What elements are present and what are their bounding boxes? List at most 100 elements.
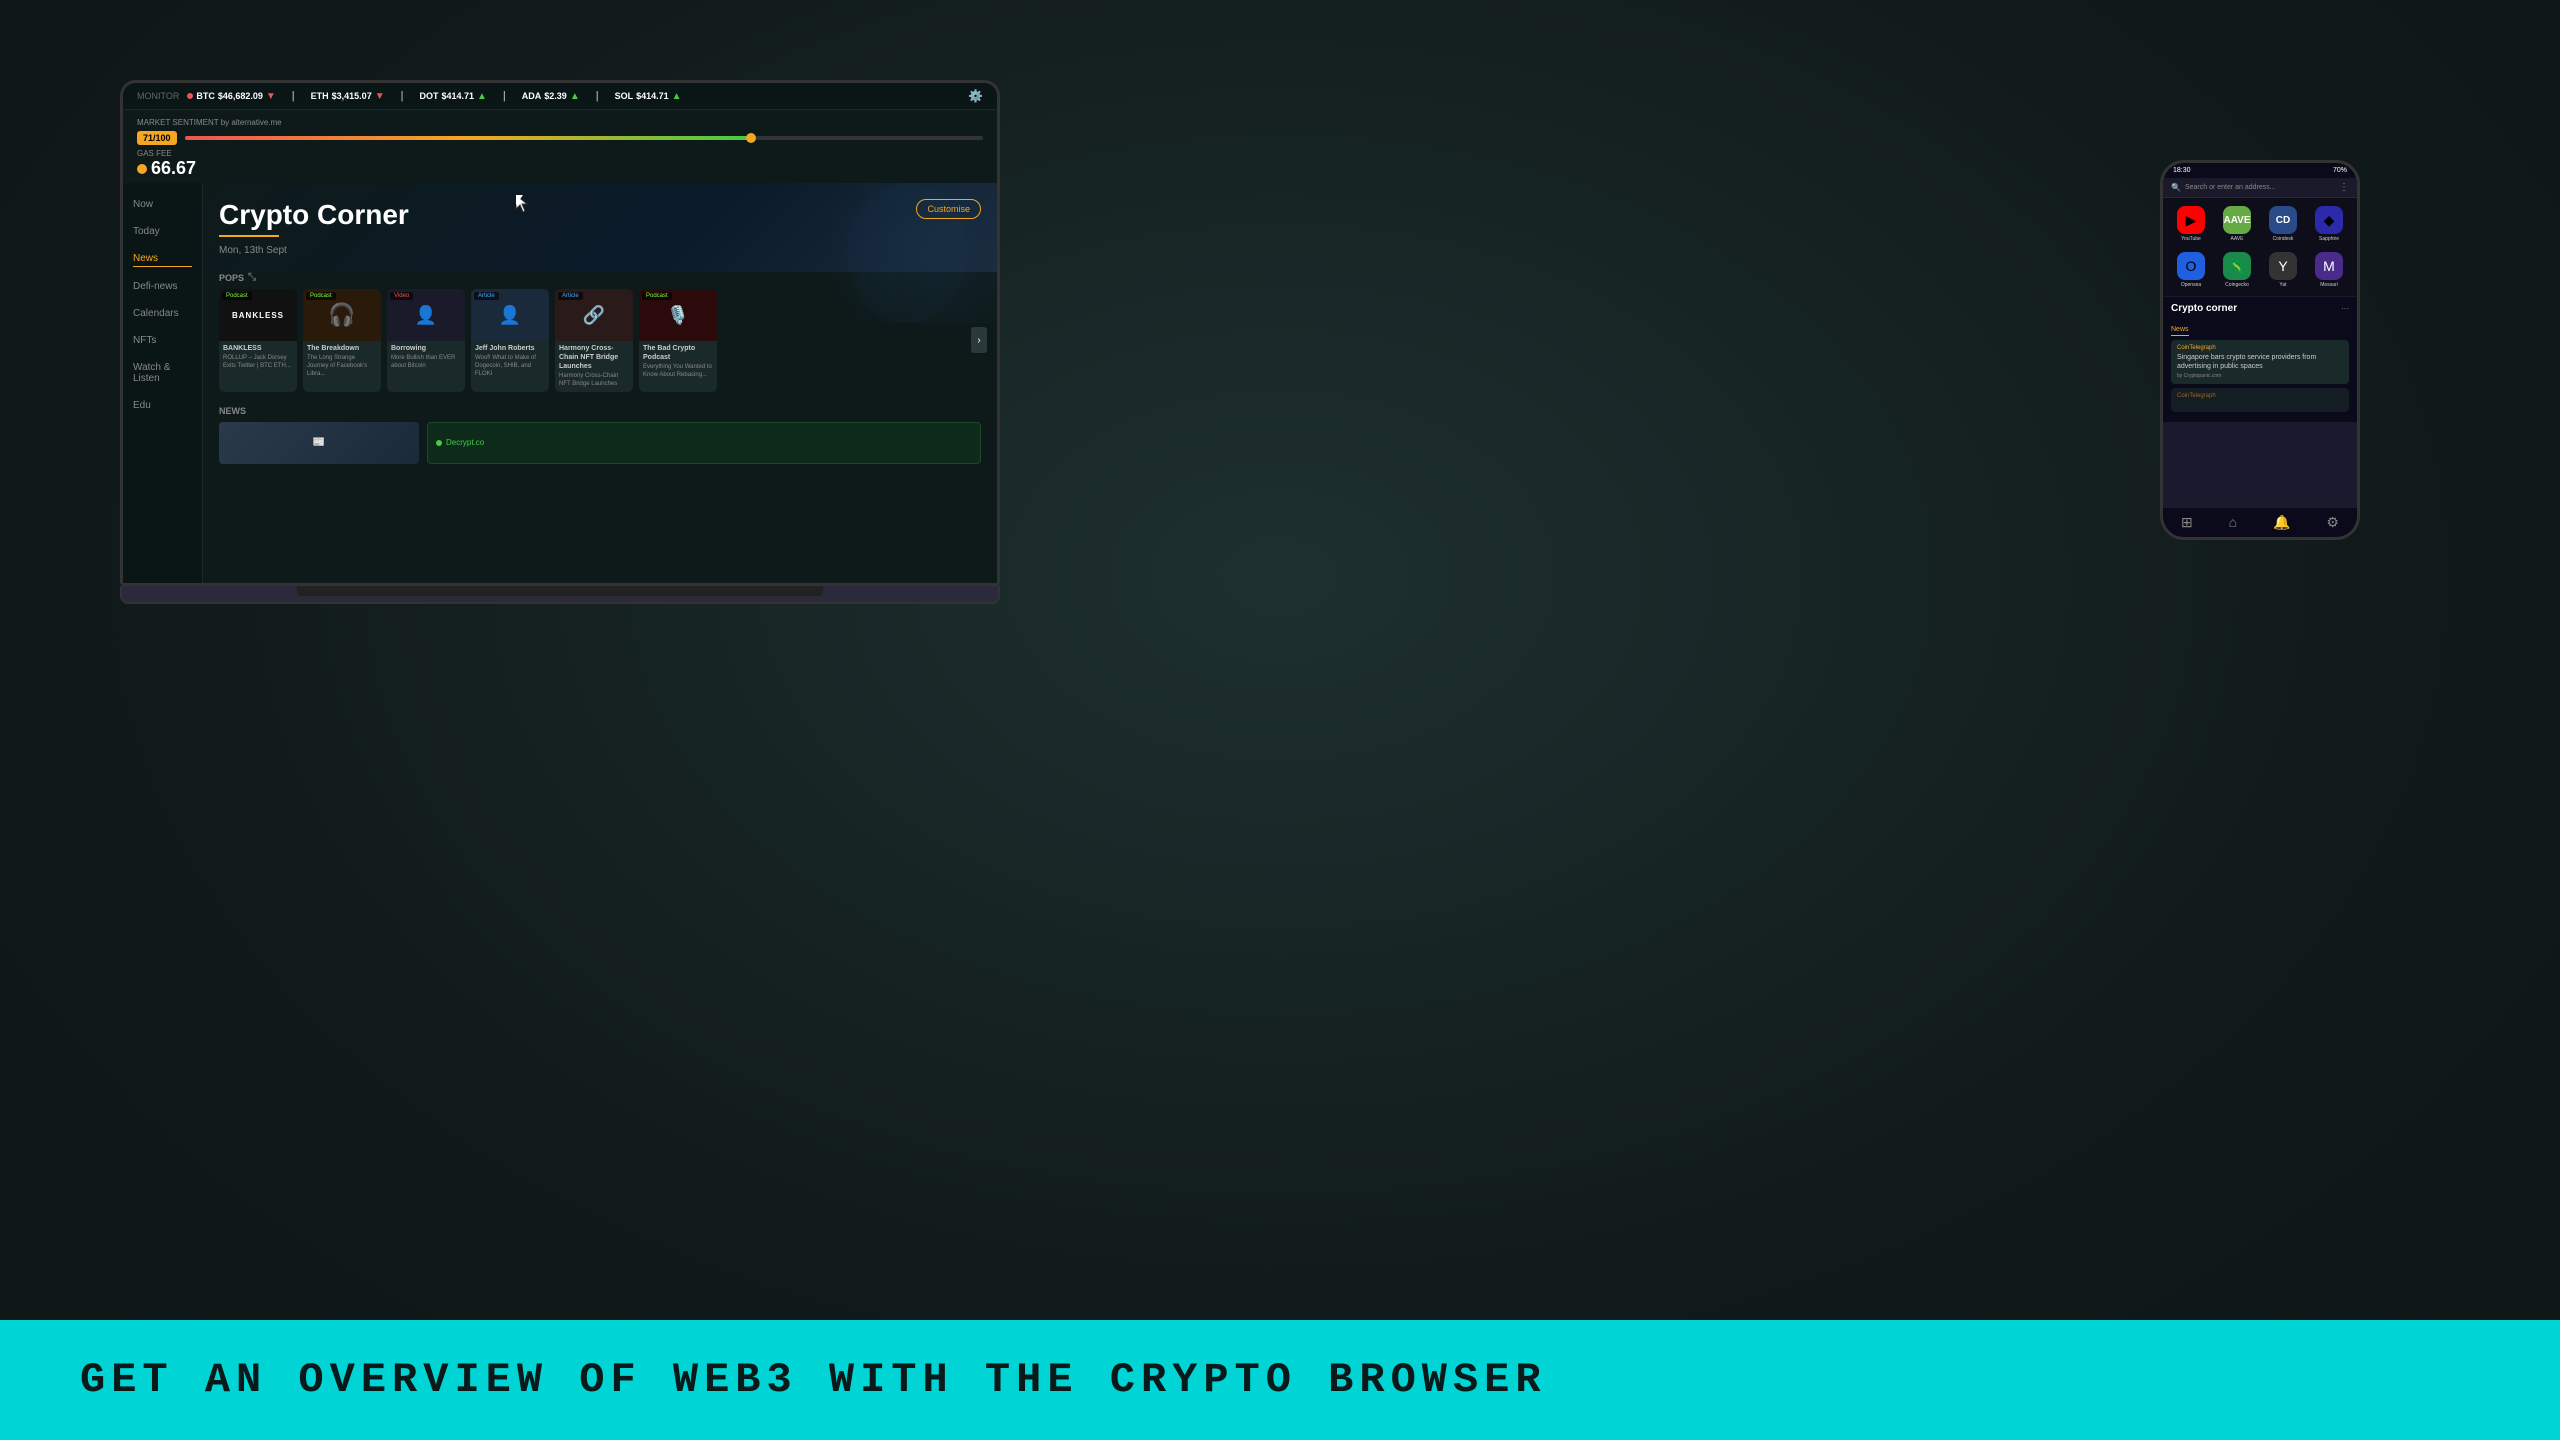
phone-app-grid-row2: O Opensea 🦎 Coingecko Y Yat M Messari <box>2163 250 2357 296</box>
sidebar-item-now[interactable]: Now <box>133 197 192 212</box>
opensea-icon: O <box>2177 252 2205 280</box>
pops-section: POPS ⤡ Podcast BANKLESS BANKLESS ROLLUP … <box>203 272 997 400</box>
phone-news-card-2[interactable]: CoinTelegraph <box>2171 388 2349 412</box>
phone-frame: 18:30 70% 🔍 Search or enter an address..… <box>2160 160 2360 540</box>
ticker-bar: MONITOR BTC $46,682.09 ▼ | ETH $3,415.07… <box>123 83 997 110</box>
sidebar-item-news[interactable]: News <box>133 251 192 267</box>
phone-search-bar[interactable]: 🔍 Search or enter an address... ⋮ <box>2163 178 2357 198</box>
phone-search-input[interactable]: Search or enter an address... <box>2185 184 2335 191</box>
phone-app-coingecko[interactable]: 🦎 Coingecko <box>2217 252 2257 288</box>
phone-nav-tabs-icon[interactable]: ⊞ <box>2181 514 2193 531</box>
sentiment-section: MARKET SENTIMENT by alternative.me 71/10… <box>123 110 997 183</box>
news-card-main[interactable]: 📰 <box>219 422 419 464</box>
pops-card-bankless[interactable]: Podcast BANKLESS BANKLESS ROLLUP – Jack … <box>219 289 297 392</box>
btc-price: $46,682.09 <box>218 91 263 101</box>
news-section: NEWS 📰 Decrypt.co <box>203 400 997 470</box>
card-title: The Breakdown <box>307 344 377 353</box>
card-subtitle: The Long Strange Journey of Facebook's L… <box>307 355 377 378</box>
search-icon: 🔍 <box>2171 183 2181 192</box>
phone-nav-bell-icon[interactable]: 🔔 <box>2273 514 2290 531</box>
card-type-badge: Article <box>558 292 583 300</box>
phone-battery: 70% <box>2333 167 2347 174</box>
phone-device: 18:30 70% 🔍 Search or enter an address..… <box>2160 160 2360 540</box>
pops-card-breakdown[interactable]: Podcast 🎧 The Breakdown The Long Strange… <box>303 289 381 392</box>
sidebar-item-today[interactable]: Today <box>133 224 192 239</box>
coingecko-label: Coingecko <box>2225 282 2249 288</box>
minimize-icon[interactable]: ⤡ <box>248 272 256 283</box>
phone-cc-tab[interactable]: News <box>2171 326 2189 336</box>
ticker-btc: BTC $46,682.09 ▼ <box>187 91 275 102</box>
laptop-screen: MONITOR BTC $46,682.09 ▼ | ETH $3,415.07… <box>120 80 1000 586</box>
pops-card-video[interactable]: Video 👤 Borrowing More Bullish than EVER… <box>387 289 465 392</box>
card-text: Borrowing More Bullish than EVER about B… <box>387 341 465 374</box>
card-type-badge: Video <box>390 292 413 300</box>
coingecko-icon: 🦎 <box>2223 252 2251 280</box>
sentiment-label: MARKET SENTIMENT by alternative.me <box>137 118 983 127</box>
news-source-dot <box>436 440 442 446</box>
phone-cc-more[interactable]: ··· <box>2341 304 2349 313</box>
pops-card-redcrypto[interactable]: Podcast 🎙️ The Bad Crypto Podcast Everyt… <box>639 289 717 392</box>
sidebar-item-edu[interactable]: Edu <box>133 398 192 413</box>
phone-news-title: Singapore bars crypto service providers … <box>2177 353 2343 371</box>
news-thumb: 📰 <box>219 422 419 464</box>
phone-app-opensea[interactable]: O Opensea <box>2171 252 2211 288</box>
dot-price: $414.71 <box>441 91 474 101</box>
sidebar-item-calendars[interactable]: Calendars <box>133 306 192 321</box>
sidebar-item-watch[interactable]: Watch & Listen <box>133 360 192 386</box>
ada-arrow: ▲ <box>570 91 580 102</box>
phone-news-source: CoinTelegraph <box>2177 345 2343 351</box>
coindesk-label: Coindesk <box>2273 236 2294 242</box>
ticker-ada: ADA $2.39 ▲ <box>522 91 580 102</box>
card-text: The Breakdown The Long Strange Journey o… <box>303 341 381 381</box>
phone-app-youtube[interactable]: ▶ YouTube <box>2171 206 2211 242</box>
card-title: Borrowing <box>391 344 461 353</box>
phone-app-aave[interactable]: AAVE AAVE <box>2217 206 2257 242</box>
laptop-base <box>120 586 1000 604</box>
news-card-side[interactable]: Decrypt.co <box>427 422 981 464</box>
card-subtitle: Everything You Wanted to Know About Reba… <box>643 364 713 380</box>
card-subtitle: ROLLUP – Jack Dorsey Exits Twitter | BTC… <box>223 355 293 371</box>
phone-crypto-corner: Crypto corner ··· News CoinTelegraph Sin… <box>2163 296 2357 422</box>
sidebar: Now Today News Defi-news Calendars NFTs … <box>123 183 203 583</box>
pops-card-harmony[interactable]: Article 🔗 Harmony Cross-Chain NFT Bridge… <box>555 289 633 392</box>
sentiment-indicator <box>746 133 756 143</box>
btc-symbol: BTC <box>196 91 215 101</box>
sapphire-label: Sapphire <box>2319 236 2339 242</box>
dot-symbol: DOT <box>419 91 438 101</box>
eth-price: $3,415.07 <box>332 91 372 101</box>
sidebar-item-nfts[interactable]: NFTs <box>133 333 192 348</box>
gas-number: 66.67 <box>151 158 196 179</box>
phone-nav-settings-icon[interactable]: ⚙ <box>2326 514 2339 531</box>
sidebar-item-defi[interactable]: Defi-news <box>133 279 192 294</box>
phone-news-card-1[interactable]: CoinTelegraph Singapore bars crypto serv… <box>2171 340 2349 384</box>
sentiment-bar <box>185 136 983 140</box>
hero-section: Crypto Corner Mon, 13th Sept Customise <box>203 183 997 272</box>
phone-status-bar: 18:30 70% <box>2163 163 2357 178</box>
card-subtitle: Harmony Cross-Chain NFT Bridge Launches <box>559 373 629 389</box>
bottom-banner-text: GET AN OVERVIEW OF WEB3 WITH THE CRYPTO … <box>80 1356 1547 1404</box>
gas-value: 66.67 <box>137 158 983 179</box>
phone-app-yat[interactable]: Y Yat <box>2263 252 2303 288</box>
card-type-badge: Podcast <box>222 292 252 300</box>
laptop-device: MONITOR BTC $46,682.09 ▼ | ETH $3,415.07… <box>120 80 1000 604</box>
phone-app-coindesk[interactable]: CD Coindesk <box>2263 206 2303 242</box>
gas-dot <box>137 164 147 174</box>
phone-app-sapphire[interactable]: ◆ Sapphire <box>2309 206 2349 242</box>
news-cards-row: 📰 Decrypt.co <box>219 422 981 464</box>
phone-cc-header: Crypto corner ··· <box>2171 303 2349 314</box>
coindesk-icon: CD <box>2269 206 2297 234</box>
ada-price: $2.39 <box>544 91 567 101</box>
aave-label: AAVE <box>2231 236 2244 242</box>
phone-app-messari[interactable]: M Messari <box>2309 252 2349 288</box>
settings-icon[interactable]: ⚙️ <box>968 89 983 103</box>
pops-card-jeff[interactable]: Article 👤 Jeff John Roberts Woof! What t… <box>471 289 549 392</box>
phone-app-grid-row1: ▶ YouTube AAVE AAVE CD Coindesk ◆ Sapphi… <box>2163 198 2357 250</box>
phone-menu-icon[interactable]: ⋮ <box>2339 182 2349 193</box>
card-title: Harmony Cross-Chain NFT Bridge Launches <box>559 344 629 371</box>
phone-nav-home-icon[interactable]: ⌂ <box>2229 514 2237 531</box>
customise-button[interactable]: Customise <box>916 199 981 219</box>
next-arrow[interactable]: › <box>971 327 987 353</box>
phone-cc-title: Crypto corner <box>2171 303 2237 314</box>
sol-symbol: SOL <box>615 91 634 101</box>
eth-symbol: ETH <box>311 91 329 101</box>
